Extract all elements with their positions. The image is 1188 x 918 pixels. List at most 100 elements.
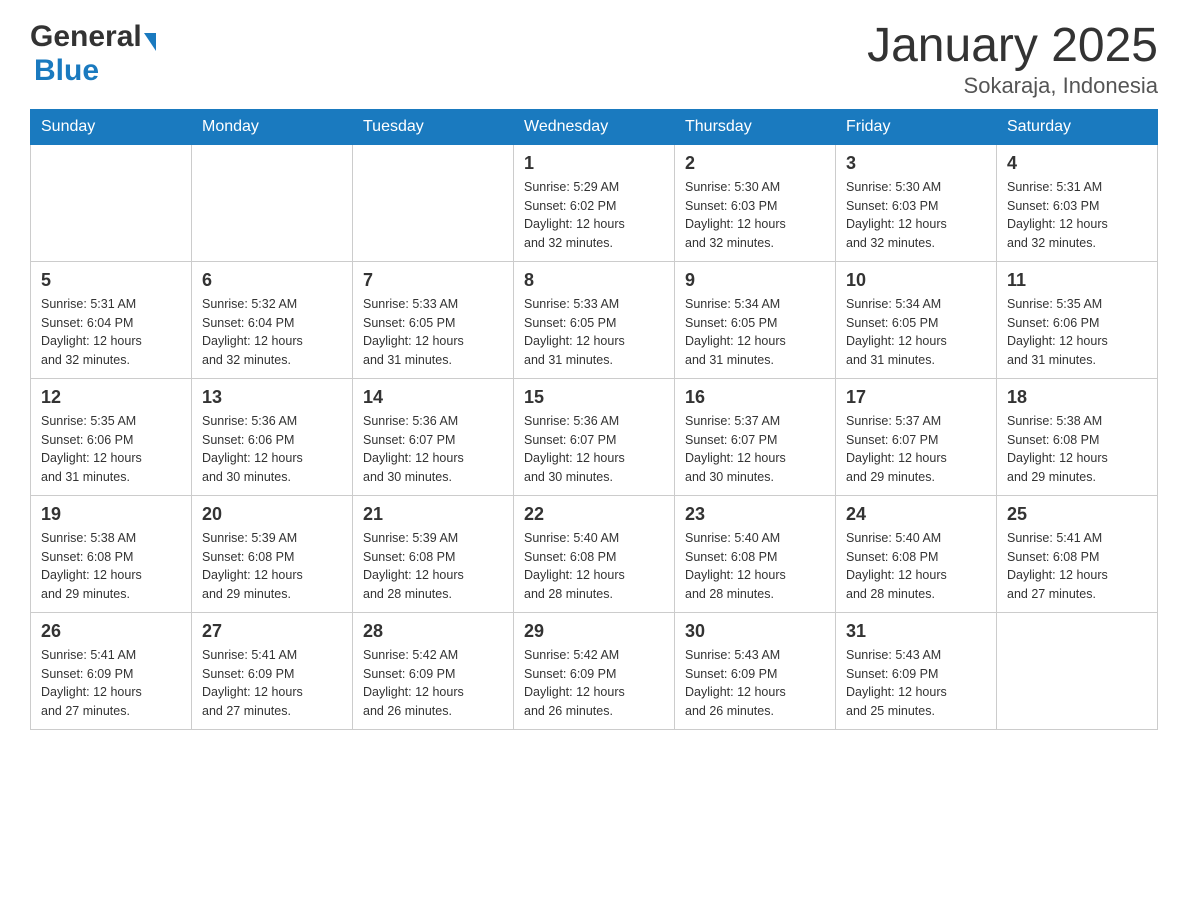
day-number: 22 xyxy=(524,504,664,525)
day-info: Sunrise: 5:41 AM Sunset: 6:08 PM Dayligh… xyxy=(1007,529,1147,604)
calendar-week-row: 26 Sunrise: 5:41 AM Sunset: 6:09 PM Dayli… xyxy=(31,612,1158,729)
day-info: Sunrise: 5:42 AM Sunset: 6:09 PM Dayligh… xyxy=(363,646,503,721)
day-info: Sunrise: 5:43 AM Sunset: 6:09 PM Dayligh… xyxy=(846,646,986,721)
table-row: 4Sunrise: 5:31 AM Sunset: 6:03 PM Daylig… xyxy=(997,144,1158,261)
table-row: 25 Sunrise: 5:41 AM Sunset: 6:08 PM Dayli… xyxy=(997,495,1158,612)
day-info: Sunrise: 5:31 AM Sunset: 6:04 PM Dayligh… xyxy=(41,295,181,370)
table-row: 31Sunrise: 5:43 AM Sunset: 6:09 PM Dayli… xyxy=(836,612,997,729)
day-info: Sunrise: 5:35 AM Sunset: 6:06 PM Dayligh… xyxy=(41,412,181,487)
day-number: 28 xyxy=(363,621,503,642)
day-number: 18 xyxy=(1007,387,1147,408)
day-info: Sunrise: 5:32 AM Sunset: 6:04 PM Dayligh… xyxy=(202,295,342,370)
table-row: 10 Sunrise: 5:34 AM Sunset: 6:05 PM Dayli… xyxy=(836,261,997,378)
calendar-header-row: Sunday Monday Tuesday Wednesday Thursday… xyxy=(31,109,1158,144)
day-info: Sunrise: 5:41 AM Sunset: 6:09 PM Dayligh… xyxy=(202,646,342,721)
day-info: Sunrise: 5:30 AM Sunset: 6:03 PM Dayligh… xyxy=(846,178,986,253)
table-row xyxy=(997,612,1158,729)
table-row: 16Sunrise: 5:37 AM Sunset: 6:07 PM Dayli… xyxy=(675,378,836,495)
table-row: 11 Sunrise: 5:35 AM Sunset: 6:06 PM Dayli… xyxy=(997,261,1158,378)
logo: General Blue xyxy=(30,20,156,88)
day-number: 10 xyxy=(846,270,986,291)
day-number: 17 xyxy=(846,387,986,408)
day-number: 30 xyxy=(685,621,825,642)
day-info: Sunrise: 5:33 AM Sunset: 6:05 PM Dayligh… xyxy=(363,295,503,370)
table-row: 9 Sunrise: 5:34 AM Sunset: 6:05 PM Daylig… xyxy=(675,261,836,378)
day-number: 2 xyxy=(685,153,825,174)
calendar-week-row: 1Sunrise: 5:29 AM Sunset: 6:02 PM Daylig… xyxy=(31,144,1158,261)
day-info: Sunrise: 5:34 AM Sunset: 6:05 PM Dayligh… xyxy=(685,295,825,370)
table-row: 28 Sunrise: 5:42 AM Sunset: 6:09 PM Dayli… xyxy=(353,612,514,729)
calendar-week-row: 12 Sunrise: 5:35 AM Sunset: 6:06 PM Dayli… xyxy=(31,378,1158,495)
header-tuesday: Tuesday xyxy=(353,109,514,144)
header-wednesday: Wednesday xyxy=(514,109,675,144)
table-row: 13 Sunrise: 5:36 AM Sunset: 6:06 PM Dayli… xyxy=(192,378,353,495)
day-number: 25 xyxy=(1007,504,1147,525)
table-row: 26 Sunrise: 5:41 AM Sunset: 6:09 PM Dayli… xyxy=(31,612,192,729)
header-sunday: Sunday xyxy=(31,109,192,144)
page-header: General Blue January 2025 Sokaraja, Indo… xyxy=(30,20,1158,99)
day-info: Sunrise: 5:40 AM Sunset: 6:08 PM Dayligh… xyxy=(685,529,825,604)
day-info: Sunrise: 5:36 AM Sunset: 6:07 PM Dayligh… xyxy=(524,412,664,487)
table-row: 18Sunrise: 5:38 AM Sunset: 6:08 PM Dayli… xyxy=(997,378,1158,495)
day-number: 7 xyxy=(363,270,503,291)
title-area: January 2025 Sokaraja, Indonesia xyxy=(867,20,1158,99)
day-number: 9 xyxy=(685,270,825,291)
day-number: 14 xyxy=(363,387,503,408)
day-info: Sunrise: 5:38 AM Sunset: 6:08 PM Dayligh… xyxy=(41,529,181,604)
day-number: 26 xyxy=(41,621,181,642)
day-number: 20 xyxy=(202,504,342,525)
calendar-table: Sunday Monday Tuesday Wednesday Thursday… xyxy=(30,109,1158,730)
day-number: 21 xyxy=(363,504,503,525)
day-info: Sunrise: 5:41 AM Sunset: 6:09 PM Dayligh… xyxy=(41,646,181,721)
calendar-week-row: 5 Sunrise: 5:31 AM Sunset: 6:04 PM Daylig… xyxy=(31,261,1158,378)
day-info: Sunrise: 5:40 AM Sunset: 6:08 PM Dayligh… xyxy=(846,529,986,604)
table-row: 24 Sunrise: 5:40 AM Sunset: 6:08 PM Dayli… xyxy=(836,495,997,612)
table-row: 8 Sunrise: 5:33 AM Sunset: 6:05 PM Daylig… xyxy=(514,261,675,378)
day-number: 24 xyxy=(846,504,986,525)
table-row: 12 Sunrise: 5:35 AM Sunset: 6:06 PM Dayli… xyxy=(31,378,192,495)
day-number: 27 xyxy=(202,621,342,642)
table-row: 6 Sunrise: 5:32 AM Sunset: 6:04 PM Daylig… xyxy=(192,261,353,378)
day-number: 3 xyxy=(846,153,986,174)
table-row xyxy=(192,144,353,261)
day-info: Sunrise: 5:33 AM Sunset: 6:05 PM Dayligh… xyxy=(524,295,664,370)
day-number: 19 xyxy=(41,504,181,525)
header-thursday: Thursday xyxy=(675,109,836,144)
table-row: 20 Sunrise: 5:39 AM Sunset: 6:08 PM Dayli… xyxy=(192,495,353,612)
day-number: 5 xyxy=(41,270,181,291)
day-info: Sunrise: 5:29 AM Sunset: 6:02 PM Dayligh… xyxy=(524,178,664,253)
day-number: 13 xyxy=(202,387,342,408)
day-number: 15 xyxy=(524,387,664,408)
table-row: 5 Sunrise: 5:31 AM Sunset: 6:04 PM Daylig… xyxy=(31,261,192,378)
table-row: 29Sunrise: 5:42 AM Sunset: 6:09 PM Dayli… xyxy=(514,612,675,729)
header-friday: Friday xyxy=(836,109,997,144)
calendar-subtitle: Sokaraja, Indonesia xyxy=(867,73,1158,99)
day-info: Sunrise: 5:37 AM Sunset: 6:07 PM Dayligh… xyxy=(685,412,825,487)
table-row: 27 Sunrise: 5:41 AM Sunset: 6:09 PM Dayli… xyxy=(192,612,353,729)
table-row: 3 Sunrise: 5:30 AM Sunset: 6:03 PM Daylig… xyxy=(836,144,997,261)
day-info: Sunrise: 5:37 AM Sunset: 6:07 PM Dayligh… xyxy=(846,412,986,487)
day-number: 4 xyxy=(1007,153,1147,174)
logo-triangle-icon xyxy=(144,33,156,51)
header-monday: Monday xyxy=(192,109,353,144)
day-info: Sunrise: 5:40 AM Sunset: 6:08 PM Dayligh… xyxy=(524,529,664,604)
day-number: 12 xyxy=(41,387,181,408)
day-info: Sunrise: 5:34 AM Sunset: 6:05 PM Dayligh… xyxy=(846,295,986,370)
day-info: Sunrise: 5:36 AM Sunset: 6:07 PM Dayligh… xyxy=(363,412,503,487)
day-info: Sunrise: 5:43 AM Sunset: 6:09 PM Dayligh… xyxy=(685,646,825,721)
table-row xyxy=(353,144,514,261)
day-info: Sunrise: 5:39 AM Sunset: 6:08 PM Dayligh… xyxy=(202,529,342,604)
day-number: 23 xyxy=(685,504,825,525)
day-info: Sunrise: 5:36 AM Sunset: 6:06 PM Dayligh… xyxy=(202,412,342,487)
table-row: 14 Sunrise: 5:36 AM Sunset: 6:07 PM Dayli… xyxy=(353,378,514,495)
table-row: 17 Sunrise: 5:37 AM Sunset: 6:07 PM Dayli… xyxy=(836,378,997,495)
table-row: 7 Sunrise: 5:33 AM Sunset: 6:05 PM Daylig… xyxy=(353,261,514,378)
day-number: 6 xyxy=(202,270,342,291)
day-number: 8 xyxy=(524,270,664,291)
day-info: Sunrise: 5:35 AM Sunset: 6:06 PM Dayligh… xyxy=(1007,295,1147,370)
day-number: 11 xyxy=(1007,270,1147,291)
table-row: 2Sunrise: 5:30 AM Sunset: 6:03 PM Daylig… xyxy=(675,144,836,261)
table-row: 30 Sunrise: 5:43 AM Sunset: 6:09 PM Dayli… xyxy=(675,612,836,729)
day-info: Sunrise: 5:42 AM Sunset: 6:09 PM Dayligh… xyxy=(524,646,664,721)
calendar-week-row: 19 Sunrise: 5:38 AM Sunset: 6:08 PM Dayli… xyxy=(31,495,1158,612)
